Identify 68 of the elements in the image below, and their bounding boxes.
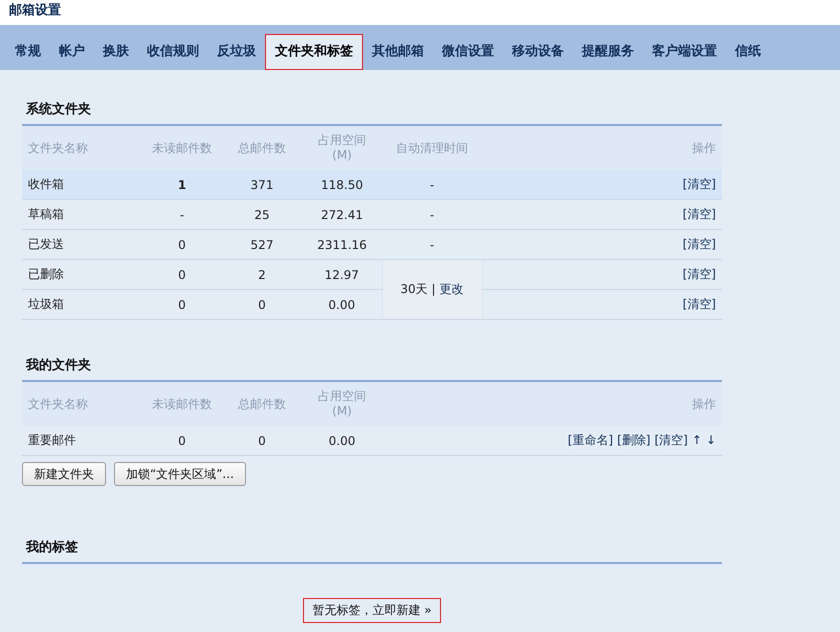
size-value: 118.50	[321, 178, 363, 192]
action-link[interactable]: [删除]	[617, 433, 650, 447]
tab[interactable]: 文件夹和标签	[265, 34, 363, 70]
unread-count: 0	[178, 268, 186, 282]
column-header: 文件夹名称	[22, 382, 142, 426]
action-link[interactable]: [清空]	[654, 433, 688, 447]
folder-name: 重要邮件	[28, 433, 76, 447]
column-header: 占用空间 (M)	[302, 126, 382, 170]
tab[interactable]: 常规	[6, 34, 50, 70]
tab[interactable]: 收信规则	[138, 34, 208, 70]
change-link[interactable]: 更改	[440, 282, 464, 296]
tab[interactable]: 提醒服务	[573, 34, 643, 70]
column-header: 操作	[382, 382, 722, 426]
column-header: 占用空间 (M)	[302, 382, 382, 426]
section-title: 我的标签	[22, 538, 722, 564]
tab[interactable]: 反垃圾	[208, 34, 265, 70]
folder-button[interactable]: 加锁“文件夹区域”...	[114, 462, 246, 486]
auto-clean-value: -	[430, 178, 434, 192]
folder-name: 已发送	[28, 237, 64, 251]
action-link[interactable]: [清空]	[682, 237, 716, 251]
column-header: 未读邮件数	[142, 382, 222, 426]
tab[interactable]: 客户端设置	[643, 34, 726, 70]
column-header: 自动清理时间	[382, 126, 482, 170]
tab[interactable]: 移动设备	[503, 34, 573, 70]
column-header: 操作	[482, 126, 722, 170]
action-link[interactable]: [清空]	[682, 177, 716, 191]
separator: |	[432, 282, 436, 296]
column-header: 总邮件数	[222, 126, 302, 170]
action-link[interactable]: [清空]	[682, 207, 716, 221]
tab[interactable]: 换肤	[94, 34, 138, 70]
unread-count: -	[180, 208, 184, 222]
tab[interactable]: 其他邮箱	[363, 34, 433, 70]
column-header: 未读邮件数	[142, 126, 222, 170]
unread-count: 0	[178, 298, 186, 312]
size-value: 272.41	[321, 208, 363, 222]
unread-count: 0	[178, 434, 186, 448]
page-title: 邮箱设置	[0, 0, 840, 25]
size-value: 12.97	[324, 268, 359, 282]
folder-name: 已删除	[28, 267, 64, 281]
auto-clean-value: 30天	[400, 282, 428, 296]
tab[interactable]: 信纸	[726, 34, 770, 70]
folder-button[interactable]: 新建文件夹	[22, 462, 106, 486]
folder-name: 垃圾箱	[28, 297, 64, 311]
tab[interactable]: 帐户	[50, 34, 94, 70]
size-value: 0.00	[328, 298, 356, 312]
size-value: 0.00	[328, 434, 356, 448]
total-count: 371	[250, 178, 274, 192]
folder-name: 收件箱	[28, 177, 64, 191]
action-link[interactable]: [清空]	[682, 267, 716, 281]
column-header: 总邮件数	[222, 382, 302, 426]
total-count: 0	[258, 434, 266, 448]
folder-name: 草稿箱	[28, 207, 64, 221]
total-count: 0	[258, 298, 266, 312]
unread-count: 1	[178, 178, 186, 192]
total-count: 25	[254, 208, 270, 222]
total-count: 2	[258, 268, 266, 282]
action-link[interactable]: ↓	[706, 433, 716, 447]
action-link[interactable]: ↑	[692, 433, 702, 447]
auto-clean-value: -	[430, 208, 434, 222]
size-value: 2311.16	[317, 238, 367, 252]
new-tag-link[interactable]: 暂无标签，立即新建 »	[303, 598, 441, 623]
auto-clean-value: -	[430, 238, 434, 252]
total-count: 527	[250, 238, 274, 252]
column-header: 文件夹名称	[22, 126, 142, 170]
action-link[interactable]: [重命名]	[568, 433, 614, 447]
action-link[interactable]: [清空]	[682, 297, 716, 311]
tab[interactable]: 微信设置	[433, 34, 503, 70]
unread-count: 0	[178, 238, 186, 252]
